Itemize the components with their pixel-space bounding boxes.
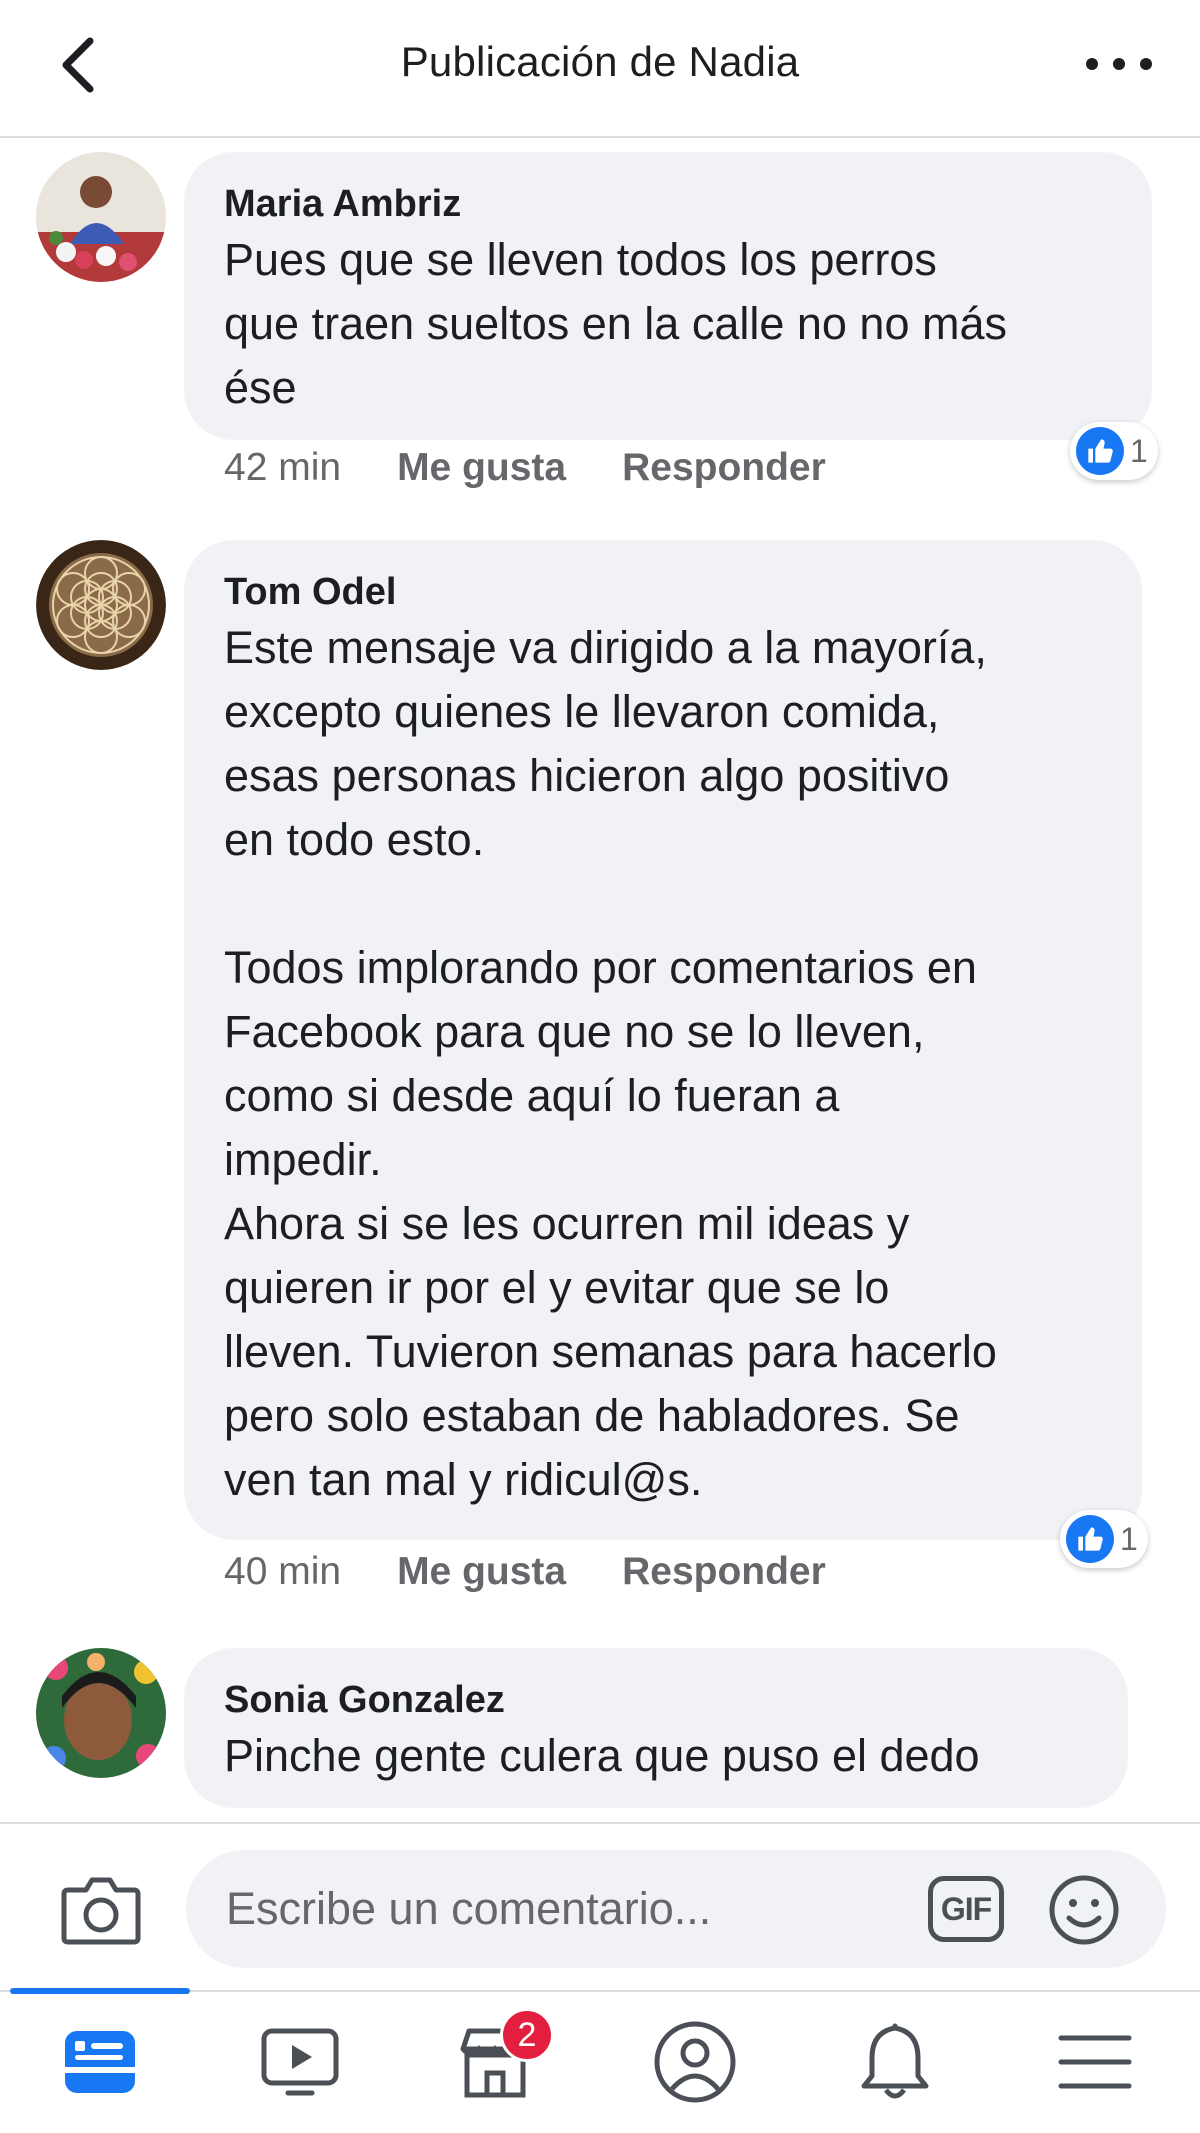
emoji-button[interactable]: [1048, 1874, 1120, 1946]
watch-icon: [261, 2028, 339, 2096]
reaction-summary[interactable]: 1: [1070, 422, 1158, 480]
avatar[interactable]: [36, 1648, 166, 1778]
comment-text: Pues que se lleven todos los perros que …: [224, 234, 1007, 413]
gif-label: GIF: [940, 1890, 992, 1927]
reaction-count: 1: [1120, 1520, 1138, 1557]
reaction-count: 1: [1130, 432, 1148, 469]
notifications-icon: [861, 2023, 929, 2099]
dot-icon: [1113, 58, 1125, 70]
menu-icon: [1058, 2035, 1132, 2089]
emoji-icon: [1049, 1875, 1119, 1945]
reply-button[interactable]: Responder: [622, 446, 826, 490]
tab-notifications[interactable]: [840, 2012, 950, 2112]
tab-profile[interactable]: [640, 2012, 750, 2112]
top-bar: Publicación de Nadia: [0, 0, 1200, 138]
comment-bubble[interactable]: Tom Odel Este mensaje va dirigido a la m…: [184, 540, 1142, 1540]
profile-icon: [654, 2021, 736, 2103]
comments-list: Maria Ambriz Pues que se lleven todos lo…: [0, 140, 1200, 1820]
like-icon: [1076, 427, 1124, 475]
comment-text: Pinche gente culera que puso el dedo: [224, 1730, 980, 1781]
avatar[interactable]: [36, 152, 166, 282]
comment-actions: 40 min Me gusta Responder: [224, 1550, 826, 1594]
news-feed-icon: [65, 2031, 135, 2093]
comment-timestamp[interactable]: 40 min: [224, 1550, 341, 1594]
tab-menu[interactable]: [1040, 2012, 1150, 2112]
comment-author[interactable]: Maria Ambriz: [224, 180, 1112, 228]
dot-icon: [1086, 58, 1098, 70]
comment-input-box: GIF: [186, 1850, 1166, 1968]
comment-author[interactable]: Sonia Gonzalez: [224, 1676, 1088, 1724]
comment-timestamp[interactable]: 42 min: [224, 446, 341, 490]
active-tab-indicator: [10, 1988, 190, 1994]
avatar[interactable]: [36, 540, 166, 670]
comment-bubble[interactable]: Sonia Gonzalez Pinche gente culera que p…: [184, 1648, 1128, 1808]
like-icon: [1066, 1515, 1114, 1563]
bottom-navigation: 2: [0, 1988, 1200, 2133]
comment-author[interactable]: Tom Odel: [224, 568, 1102, 616]
avatar-photo-icon: [36, 152, 166, 282]
tab-watch[interactable]: [245, 2012, 355, 2112]
like-button[interactable]: Me gusta: [397, 1550, 566, 1594]
avatar-flower-of-life-icon: [36, 540, 166, 670]
dot-icon: [1140, 58, 1152, 70]
camera-icon: [61, 1877, 141, 1945]
like-button[interactable]: Me gusta: [397, 446, 566, 490]
avatar-photo-icon: [36, 1648, 166, 1778]
reaction-summary[interactable]: 1: [1060, 1510, 1148, 1568]
camera-button[interactable]: [60, 1868, 142, 1950]
page-title: Publicación de Nadia: [400, 38, 800, 85]
comment-bubble[interactable]: Maria Ambriz Pues que se lleven todos lo…: [184, 152, 1152, 440]
notification-badge: 2: [500, 2008, 554, 2062]
comment-actions: 42 min Me gusta Responder: [224, 446, 826, 490]
tab-news-feed[interactable]: [45, 2012, 155, 2112]
comment-text: Este mensaje va dirigido a la mayoría, e…: [224, 622, 997, 1505]
comment-input[interactable]: [226, 1850, 876, 1968]
reply-button[interactable]: Responder: [622, 1550, 826, 1594]
more-options-button[interactable]: [1086, 44, 1152, 84]
comment-composer: GIF: [0, 1822, 1200, 1990]
gif-button[interactable]: GIF: [928, 1876, 1004, 1942]
tab-marketplace[interactable]: 2: [440, 2008, 554, 2112]
